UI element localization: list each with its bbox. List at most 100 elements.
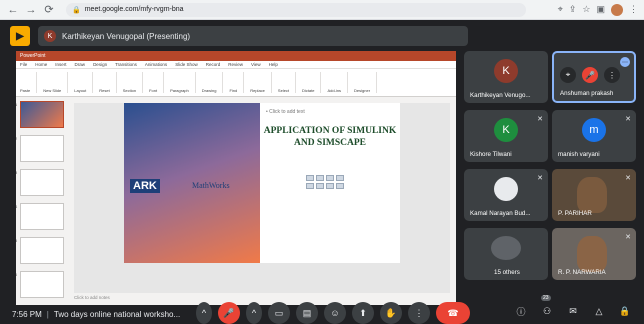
participant-video — [577, 177, 607, 213]
participant-tile[interactable]: ✕ P. PARIHAR — [552, 169, 636, 221]
mic-off-icon: ✕ — [625, 116, 631, 123]
participant-tile[interactable]: ⋯ ⌖ 🎤 ⋮ Anshuman prakash — [552, 51, 636, 103]
camera-button[interactable]: ▭ — [268, 302, 290, 324]
ppt-ribbon-button[interactable]: Dictate — [302, 72, 322, 93]
slide-thumbnail: 5 — [16, 237, 64, 264]
slide-thumbnail: 1 — [16, 101, 64, 128]
lock-icon: 🔒 — [72, 6, 81, 14]
chat-icon[interactable]: ✉ — [564, 302, 582, 320]
chevron-up-icon[interactable]: ^ — [196, 302, 212, 324]
menu-icon[interactable]: ⋮ — [604, 67, 620, 83]
slide-thumbnails: 1 2 3 4 5 6 — [16, 101, 68, 301]
back-icon[interactable]: ← — [6, 3, 20, 17]
share-icon[interactable]: ⇪ — [569, 4, 577, 15]
pin-icon[interactable]: ⌖ — [560, 67, 576, 83]
ppt-menu-item[interactable]: File — [20, 62, 27, 67]
participant-name: P. PARIHAR — [558, 210, 592, 217]
people-button[interactable]: 23 ⚇ — [538, 295, 556, 320]
current-slide: ARK MathWorks • Click to add text APPLIC… — [124, 103, 400, 263]
location-icon[interactable]: ⌖ — [558, 4, 563, 15]
ppt-ribbon-button[interactable]: Find — [229, 72, 245, 93]
mathworks-logo: MathWorks — [192, 181, 230, 190]
ppt-menu-item[interactable]: Slide Show — [175, 62, 198, 67]
participant-tile[interactable]: 15 others — [464, 228, 548, 280]
notes-placeholder: Click to add notes — [74, 295, 110, 300]
slide-thumbnail: 2 — [16, 135, 64, 162]
raise-hand-button[interactable]: ✋ — [380, 302, 402, 324]
participant-tile[interactable]: ✕ Kamal Narayan Bud... — [464, 169, 548, 221]
participant-tile[interactable]: ✕ m manish varyani — [552, 110, 636, 162]
slide-thumbnail: 4 — [16, 203, 64, 230]
ppt-ribbon-button[interactable]: Reset — [99, 72, 117, 93]
participant-name: manish varyani — [558, 151, 600, 158]
participant-avatar: K — [494, 59, 518, 83]
ppt-menu-item[interactable]: Animations — [145, 62, 167, 67]
mic-off-icon: ✕ — [625, 234, 631, 241]
participant-tile[interactable]: ✕ K Kishore Tilwani — [464, 110, 548, 162]
presenter-label: Karthikeyan Venugopal (Presenting) — [62, 31, 191, 41]
participant-name: Kishore Tilwani — [470, 151, 512, 158]
ppt-menu-item[interactable]: Transitions — [115, 62, 137, 67]
browser-toolbar: ← → ⟳ 🔒 meet.google.com/mfy-rvgm-bna ⌖ ⇪… — [0, 0, 644, 20]
slide-title: APPLICATION OF SIMULINK AND SIMSCAPE — [263, 126, 397, 148]
current-time: 7:56 PM — [12, 309, 42, 319]
lock-icon[interactable]: 🔒 — [616, 302, 634, 320]
ppt-menu-item[interactable]: Design — [93, 62, 107, 67]
reload-icon[interactable]: ⟳ — [42, 3, 56, 17]
participant-name: 15 others — [494, 269, 520, 276]
emoji-button[interactable]: ☺ — [324, 302, 346, 324]
ppt-menu-item[interactable]: Home — [35, 62, 47, 67]
profile-icon[interactable] — [611, 3, 623, 16]
activities-icon[interactable]: △ — [590, 302, 608, 320]
forward-icon[interactable]: → — [24, 3, 38, 17]
ppt-menu-item[interactable]: Insert — [55, 62, 66, 67]
chevron-up-icon[interactable]: ^ — [246, 302, 262, 324]
present-button[interactable]: ⬆ — [352, 302, 374, 324]
ppt-menu-item[interactable]: Help — [269, 62, 278, 67]
more-options-button[interactable]: ⋮ — [408, 302, 430, 324]
sidebar-icon[interactable]: ▣ — [596, 4, 605, 15]
participant-name: Anshuman prakash — [560, 90, 614, 97]
mic-off-icon: ✕ — [537, 175, 543, 182]
participant-tile[interactable]: ✕ R. P. NARWARIA — [552, 228, 636, 280]
captions-button[interactable]: ▤ — [296, 302, 318, 324]
participant-avatar: m — [582, 118, 606, 142]
ppt-menu-item[interactable]: Record — [206, 62, 221, 67]
ppt-menu-item[interactable]: View — [251, 62, 261, 67]
info-icon[interactable]: ⓘ — [512, 302, 530, 320]
meet-window: ▶ K Karthikeyan Venugopal (Presenting) P… — [0, 21, 644, 324]
mic-off-button[interactable]: 🎤 — [218, 302, 240, 324]
participant-video — [577, 236, 607, 272]
participant-name: R. P. NARWARIA — [558, 269, 606, 276]
participant-avatar: K — [494, 118, 518, 142]
ppt-ribbon-button[interactable]: Designer — [354, 72, 378, 93]
more-options-icon[interactable]: ⋯ — [620, 57, 630, 67]
star-icon[interactable]: ☆ — [582, 4, 590, 15]
ppt-ribbon-button[interactable]: Section — [123, 72, 144, 93]
ppt-ribbon-button[interactable]: Paragraph — [170, 72, 196, 93]
ppt-ribbon-button[interactable]: Font — [149, 72, 165, 93]
slide-editor: ARK MathWorks • Click to add text APPLIC… — [74, 103, 450, 293]
presenter-banner: K Karthikeyan Venugopal (Presenting) — [38, 26, 468, 46]
ppt-ribbon-button[interactable]: Drawing — [202, 72, 224, 93]
ppt-ribbon-button[interactable]: Replace — [250, 72, 272, 93]
ppt-menu-item[interactable]: Draw — [75, 62, 86, 67]
separator: | — [46, 309, 49, 319]
end-call-button[interactable]: ☎ — [436, 302, 470, 324]
ppt-ribbon-button[interactable]: New Slide — [43, 72, 69, 93]
ppt-ribbon-button[interactable]: Select — [278, 72, 297, 93]
ppt-ribbon-button[interactable]: Paste — [20, 72, 38, 93]
mic-off-icon[interactable]: 🎤 — [582, 67, 598, 83]
people-count-badge: 23 — [541, 295, 551, 301]
participant-name: Kamal Narayan Bud... — [470, 210, 531, 217]
ppt-ribbon-button[interactable]: Layout — [74, 72, 94, 93]
ppt-menu-item[interactable]: Review — [228, 62, 243, 67]
address-bar[interactable]: 🔒 meet.google.com/mfy-rvgm-bna — [66, 2, 526, 17]
ppt-ribbon-button[interactable]: Add-ins — [327, 72, 349, 93]
slide-thumbnail: 3 — [16, 169, 64, 196]
content-placeholder-icons — [306, 175, 344, 189]
menu-icon[interactable]: ⋮ — [629, 4, 638, 15]
ark-logo: ARK — [130, 179, 160, 193]
participant-avatar — [494, 177, 518, 201]
participant-tile[interactable]: K Karthikeyan Venugo... — [464, 51, 548, 103]
